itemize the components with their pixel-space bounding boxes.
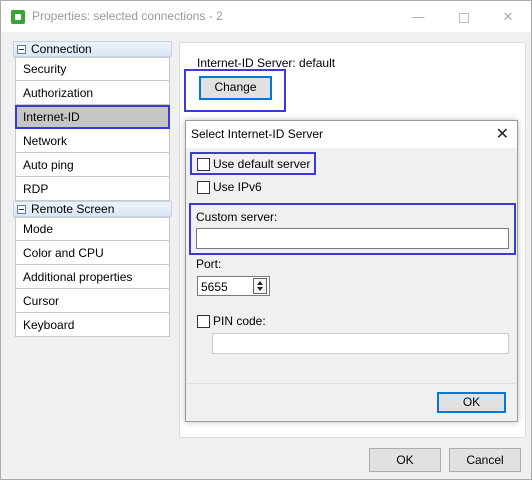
- custom-server-input[interactable]: [196, 228, 509, 249]
- port-spinner[interactable]: 5655: [197, 276, 270, 296]
- dialog-ok-button[interactable]: OK: [437, 392, 506, 413]
- port-value[interactable]: 5655: [201, 280, 228, 294]
- nav-item-cursor[interactable]: Cursor: [15, 289, 170, 313]
- collapse-icon[interactable]: [17, 44, 26, 54]
- arrow-down-icon[interactable]: [257, 287, 263, 291]
- nav-item-auto-ping[interactable]: Auto ping: [15, 153, 170, 177]
- nav-item-mode[interactable]: Mode: [15, 217, 170, 241]
- nav-item-color-and-cpu[interactable]: Color and CPU: [15, 241, 170, 265]
- nav-group-label: Remote Screen: [31, 202, 115, 216]
- pin-code-row[interactable]: PIN code:: [197, 314, 266, 328]
- custom-server-label: Custom server:: [196, 210, 278, 224]
- ok-button[interactable]: OK: [369, 448, 441, 472]
- nav-item-internet-id[interactable]: Internet-ID: [15, 105, 170, 129]
- select-server-dialog: Select Internet-ID Server ✕ Use default …: [185, 120, 518, 422]
- use-default-server-label: Use default server: [213, 157, 311, 171]
- port-spin-buttons[interactable]: [253, 278, 267, 294]
- minimize-button[interactable]: —: [395, 1, 441, 32]
- cancel-button[interactable]: Cancel: [449, 448, 521, 472]
- collapse-icon[interactable]: [17, 204, 26, 214]
- nav-group-remote-screen[interactable]: Remote Screen: [13, 201, 172, 217]
- nav-item-rdp[interactable]: RDP: [15, 177, 170, 201]
- use-ipv6-checkbox[interactable]: [197, 180, 210, 194]
- maximize-button[interactable]: [441, 1, 487, 32]
- dialog-separator: [186, 383, 517, 384]
- nav-group-label: Connection: [31, 42, 92, 56]
- nav-item-security[interactable]: Security: [15, 57, 170, 81]
- title-bar[interactable]: Properties: selected connections - 2 — ✕: [1, 1, 531, 32]
- nav-item-network[interactable]: Network: [15, 129, 170, 153]
- pin-code-input[interactable]: [212, 333, 509, 354]
- dialog-title: Select Internet-ID Server: [191, 127, 324, 141]
- close-icon: ✕: [502, 9, 514, 24]
- arrow-up-icon[interactable]: [257, 281, 263, 285]
- internet-id-server-label: Internet-ID Server: default: [197, 56, 336, 70]
- change-button[interactable]: Change: [199, 76, 272, 100]
- nav-item-authorization[interactable]: Authorization: [15, 81, 170, 105]
- pin-code-checkbox[interactable]: [197, 314, 210, 328]
- close-button[interactable]: ✕: [485, 1, 531, 32]
- settings-nav: Connection Security Authorization Intern…: [13, 41, 172, 337]
- use-default-server-row[interactable]: Use default server: [197, 157, 310, 171]
- dialog-title-bar[interactable]: Select Internet-ID Server ✕: [186, 121, 517, 148]
- pin-code-label: PIN code:: [213, 314, 266, 328]
- dialog-close-icon[interactable]: ✕: [496, 124, 509, 144]
- window-title: Properties: selected connections - 2: [32, 9, 223, 23]
- nav-item-keyboard[interactable]: Keyboard: [15, 313, 170, 337]
- use-ipv6-label: Use IPv6: [213, 180, 262, 194]
- use-default-server-checkbox[interactable]: [197, 157, 210, 171]
- minimize-icon: —: [411, 9, 425, 24]
- nav-group-connection[interactable]: Connection: [13, 41, 172, 57]
- use-ipv6-row[interactable]: Use IPv6: [197, 180, 262, 194]
- port-label: Port:: [196, 257, 222, 271]
- nav-item-additional-properties[interactable]: Additional properties: [15, 265, 170, 289]
- maximize-icon: [459, 12, 469, 23]
- app-icon: [11, 10, 25, 24]
